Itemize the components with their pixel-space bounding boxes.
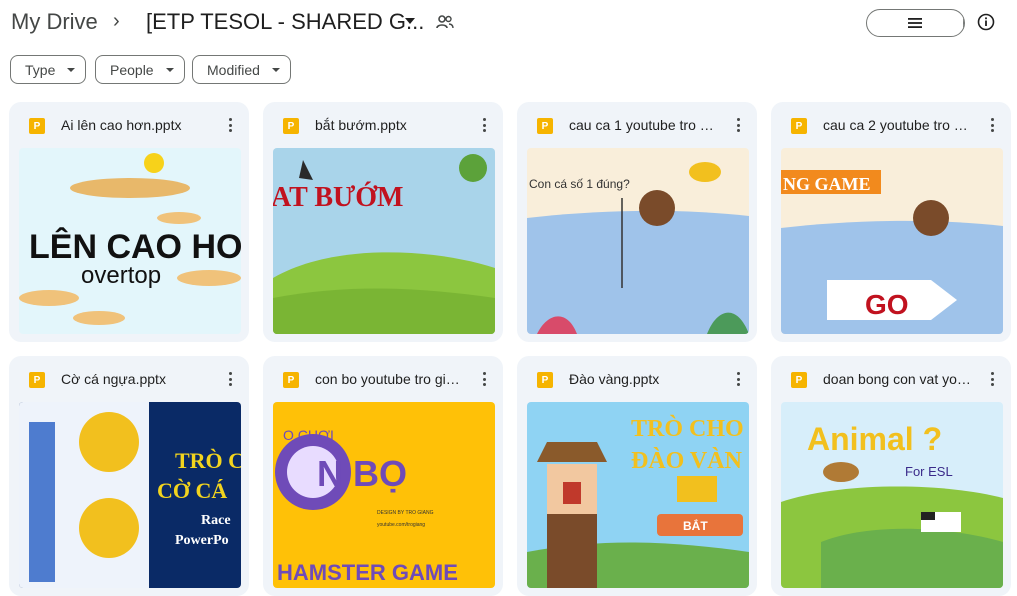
thumb-title: TRÒ CHO — [631, 415, 744, 442]
slides-file-icon: P — [283, 118, 299, 134]
file-name: cau ca 2 youtube tro g... — [823, 117, 973, 133]
slides-file-icon: P — [29, 118, 45, 134]
slides-file-icon: P — [537, 372, 553, 388]
thumb-title: LÊN CAO HO — [29, 228, 241, 266]
more-actions-icon[interactable] — [475, 370, 493, 388]
caret-down-icon — [271, 67, 280, 72]
slides-file-icon: P — [283, 372, 299, 388]
thumb-subtitle: ĐÀO VÀN — [631, 448, 743, 474]
file-name: Đào vàng.pptx — [569, 371, 660, 387]
file-thumbnail: Con cá số 1 đúng? — [527, 148, 749, 334]
list-view-button[interactable] — [867, 10, 964, 36]
thumb-title: Animal ? — [807, 421, 942, 457]
file-name: bắt bướm.pptx — [315, 117, 407, 133]
thumb-title: TRÒ C — [175, 448, 241, 473]
thumb-game-title: HAMSTER GAME — [277, 560, 458, 585]
file-thumbnail: O CHƠI N BỌ DESIGN BY TRO GIANG youtube.… — [273, 402, 495, 588]
breadcrumb-separator: › — [113, 10, 120, 32]
file-thumbnail: Animal ? For ESL — [781, 402, 1003, 588]
file-card[interactable]: P cau ca 2 youtube tro g... NG GAME GO — [771, 102, 1011, 342]
more-actions-icon[interactable] — [729, 370, 747, 388]
more-actions-icon[interactable] — [475, 116, 493, 134]
filter-people-chip[interactable]: People — [95, 55, 185, 84]
shared-folder-icon — [436, 15, 454, 29]
file-name: Ai lên cao hơn.pptx — [61, 117, 182, 133]
caret-down-icon[interactable] — [403, 14, 417, 28]
filter-people-label: People — [110, 61, 154, 78]
breadcrumb-my-drive[interactable]: My Drive — [11, 9, 98, 35]
thumb-subtitle: overtop — [81, 262, 161, 289]
drive-header: My Drive › [ETP TESOL - SHARED G... — [0, 0, 1017, 46]
more-actions-icon[interactable] — [221, 370, 239, 388]
thumb-subtitle: N BỌ — [317, 453, 407, 494]
file-card[interactable]: P Ai lên cao hơn.pptx LÊN CAO HO overtop — [9, 102, 249, 342]
more-actions-icon[interactable] — [729, 116, 747, 134]
caret-down-icon — [67, 67, 76, 72]
slides-file-icon: P — [537, 118, 553, 134]
thumb-subtitle: CỜ CÁ — [157, 478, 227, 503]
file-name: Cờ cá ngựa.pptx — [61, 371, 166, 387]
file-thumbnail: LÊN CAO HO overtop — [19, 148, 241, 334]
thumb-title: NG GAME — [783, 174, 871, 194]
filter-type-chip[interactable]: Type — [10, 55, 87, 84]
filter-modified-chip[interactable]: Modified — [192, 55, 291, 84]
thumb-url: youtube.com/trogiang — [377, 522, 425, 528]
slides-file-icon: P — [29, 372, 45, 388]
list-icon — [908, 18, 922, 28]
file-name: con bo youtube tro gia... — [315, 371, 465, 387]
file-thumbnail: NG GAME GO — [781, 148, 1003, 334]
caret-down-icon — [165, 67, 174, 72]
thumb-subtitle: For ESL — [905, 464, 953, 479]
more-actions-icon[interactable] — [983, 370, 1001, 388]
view-toggle — [866, 9, 965, 37]
slides-file-icon: P — [791, 372, 807, 388]
file-card[interactable]: P doan bong con vat you... Animal ? For … — [771, 356, 1011, 596]
filter-modified-label: Modified — [207, 61, 260, 78]
thumb-caption-2: PowerPo — [175, 533, 229, 548]
thumb-button-label: BẮT — [683, 518, 708, 533]
file-name: doan bong con vat you... — [823, 371, 973, 387]
thumb-title: O CHƠI — [283, 427, 334, 443]
more-actions-icon[interactable] — [983, 116, 1001, 134]
file-thumbnail: TRÒ C CỜ CÁ Race PowerPo — [19, 402, 241, 588]
file-card[interactable]: P cau ca 1 youtube tro gi... Con cá số 1… — [517, 102, 757, 342]
file-card[interactable]: P bắt bướm.pptx AT BƯỚM — [263, 102, 503, 342]
thumb-credit: DESIGN BY TRO GIANG — [377, 510, 434, 516]
file-card[interactable]: P Cờ cá ngựa.pptx TRÒ C CỜ CÁ Race Power… — [9, 356, 249, 596]
thumb-caption-1: Race — [201, 513, 231, 528]
file-card[interactable]: P con bo youtube tro gia... O CHƠI N BỌ … — [263, 356, 503, 596]
thumb-go-label: GO — [865, 289, 909, 320]
thumb-caption: Con cá số 1 đúng? — [529, 177, 630, 191]
file-thumbnail: TRÒ CHO ĐÀO VÀN BẮT — [527, 402, 749, 588]
more-actions-icon[interactable] — [221, 116, 239, 134]
thumb-title: AT BƯỚM — [273, 182, 403, 213]
file-card[interactable]: P Đào vàng.pptx TRÒ CHO ĐÀO VÀN BẮT — [517, 356, 757, 596]
filter-type-label: Type — [25, 61, 56, 78]
breadcrumb-current-folder[interactable]: [ETP TESOL - SHARED G... — [146, 9, 424, 35]
info-icon[interactable] — [977, 13, 995, 31]
slides-file-icon: P — [791, 118, 807, 134]
file-thumbnail: AT BƯỚM — [273, 148, 495, 334]
file-name: cau ca 1 youtube tro gi... — [569, 117, 719, 133]
